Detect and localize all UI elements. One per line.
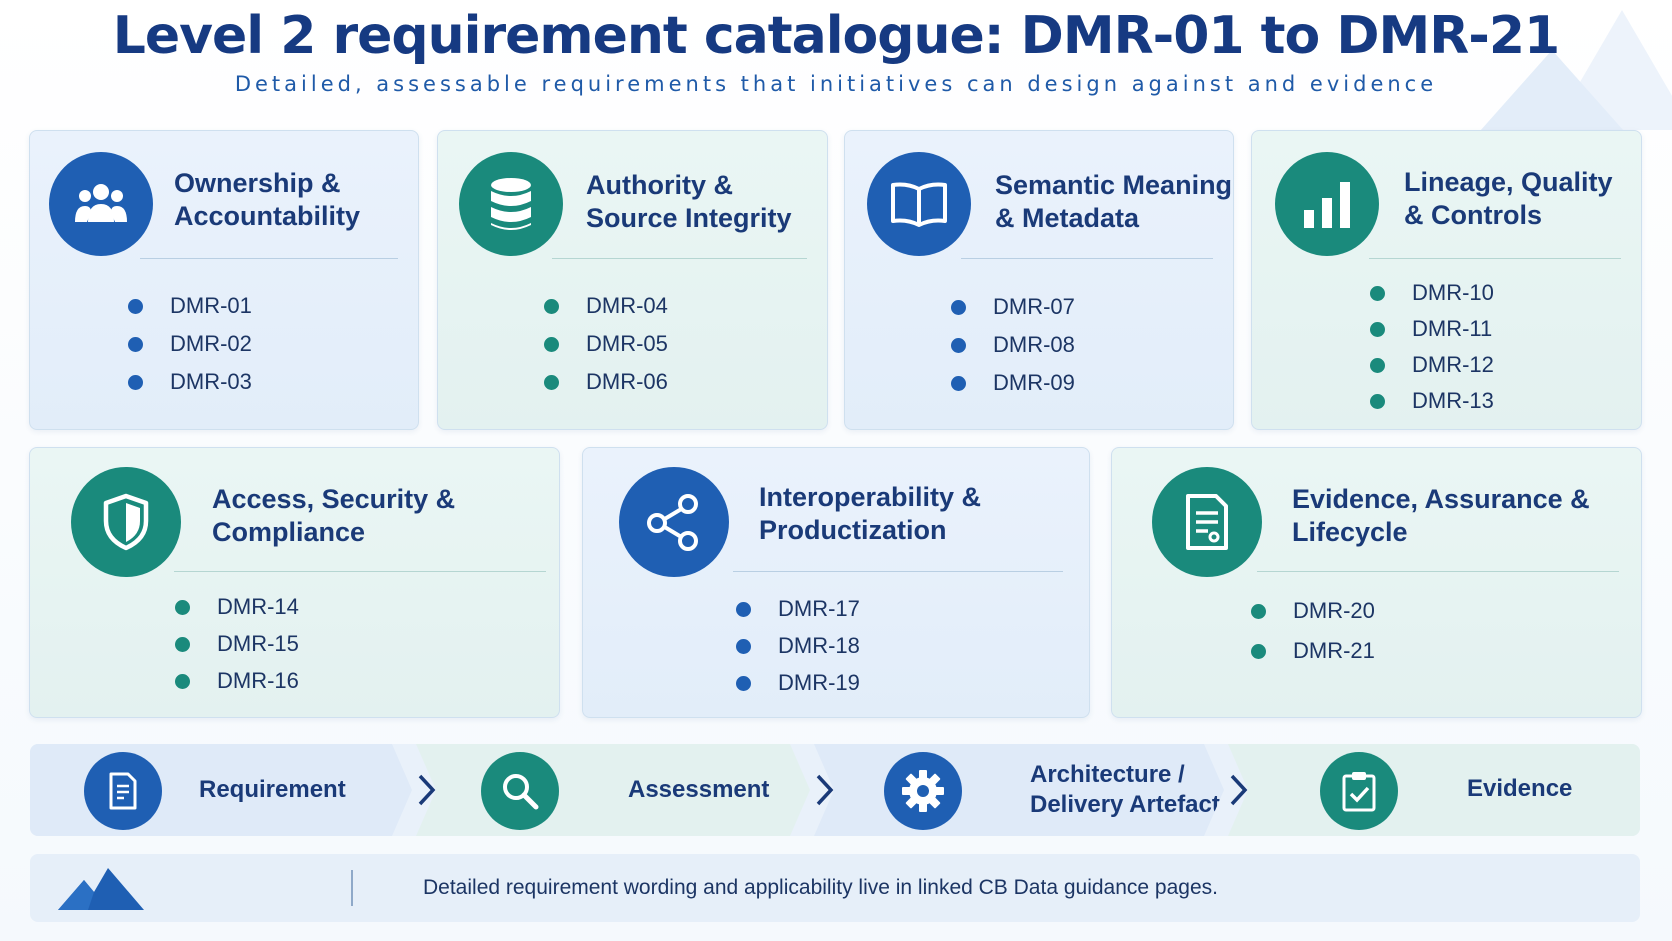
database-icon: [459, 152, 563, 256]
list-item: DMR-19: [734, 664, 860, 701]
flow-step-requirement: Requirement: [30, 744, 412, 836]
list-item: DMR-01: [126, 287, 252, 325]
card-divider: [174, 571, 546, 572]
page-title: Level 2 requirement catalogue: DMR-01 to…: [112, 6, 1561, 66]
flow-step-architecture: Architecture / Delivery Artefact: [814, 744, 1224, 836]
list-item: DMR-14: [173, 588, 299, 625]
list-item: DMR-05: [542, 325, 668, 363]
category-card-access: Access, Security & Compliance DMR-14 DMR-…: [29, 447, 560, 718]
card-divider: [140, 258, 398, 259]
list-item: DMR-21: [1249, 631, 1375, 671]
card-divider: [1257, 571, 1619, 572]
list-item: DMR-06: [542, 363, 668, 401]
book-icon: [867, 152, 971, 256]
flow-step-label: Requirement: [199, 776, 346, 803]
flow-step-label: Assessment: [628, 776, 770, 803]
requirement-list: DMR-20 DMR-21: [1249, 591, 1375, 671]
category-title: Authority & Source Integrity: [586, 170, 792, 233]
list-item: DMR-16: [173, 662, 299, 699]
card-divider: [733, 571, 1063, 572]
category-title: Semantic Meaning & Metadata: [995, 170, 1233, 233]
category-title: Access, Security & Compliance: [212, 484, 456, 547]
category-card-semantic: Semantic Meaning & Metadata DMR-07 DMR-08…: [844, 130, 1234, 430]
list-item: DMR-20: [1249, 591, 1375, 631]
requirement-list: DMR-14 DMR-15 DMR-16: [173, 588, 299, 699]
category-title: Ownership & Accountability: [174, 168, 361, 231]
list-item: DMR-09: [949, 364, 1075, 402]
card-divider: [1369, 258, 1621, 259]
list-item: DMR-15: [173, 625, 299, 662]
shield-icon: [71, 467, 181, 577]
list-item: DMR-17: [734, 590, 860, 627]
list-item: DMR-08: [949, 326, 1075, 364]
requirement-list: DMR-07 DMR-08 DMR-09: [949, 288, 1075, 402]
category-card-evidence: Evidence, Assurance & Lifecycle DMR-20 DM…: [1111, 447, 1642, 718]
flow-step-evidence: Evidence: [1228, 744, 1640, 836]
list-item: DMR-13: [1368, 383, 1494, 419]
card-divider: [552, 258, 807, 259]
footer-note-text: Detailed requirement wording and applica…: [423, 876, 1218, 899]
category-card-authority: Authority & Source Integrity DMR-04 DMR-0…: [437, 130, 828, 430]
list-item: DMR-04: [542, 287, 668, 325]
page-subtitle: Detailed, assessable requirements that i…: [234, 72, 1438, 96]
document-icon: [1152, 467, 1262, 577]
list-item: DMR-18: [734, 627, 860, 664]
list-item: DMR-12: [1368, 347, 1494, 383]
share-icon: [619, 467, 729, 577]
people-icon: [49, 152, 153, 256]
category-card-ownership: Ownership & Accountability DMR-01 DMR-02 …: [29, 130, 419, 430]
requirement-list: DMR-01 DMR-02 DMR-03: [126, 287, 252, 401]
mountain-logo: [58, 868, 144, 910]
gear-icon: [884, 752, 962, 830]
list-item: DMR-03: [126, 363, 252, 401]
document-icon: [84, 752, 162, 830]
bar-chart-icon: [1275, 152, 1379, 256]
list-item: DMR-07: [949, 288, 1075, 326]
flow-step-label: Evidence: [1467, 775, 1573, 802]
list-item: DMR-02: [126, 325, 252, 363]
category-card-lineage: Lineage, Quality & Controls DMR-10 DMR-11…: [1251, 130, 1642, 430]
flow-step-label: Architecture / Delivery Artefact: [1030, 761, 1220, 818]
category-title: Evidence, Assurance & Lifecycle: [1292, 484, 1590, 547]
process-flow: Requirement Assessment Architecture / Del…: [30, 744, 1640, 836]
card-divider: [961, 258, 1213, 259]
category-title: Lineage, Quality & Controls: [1404, 167, 1613, 230]
clipboard-check-icon: [1320, 752, 1398, 830]
search-icon: [481, 752, 559, 830]
list-item: DMR-11: [1368, 311, 1494, 347]
flow-step-assessment: Assessment: [416, 744, 810, 836]
requirement-list: DMR-17 DMR-18 DMR-19: [734, 590, 860, 701]
list-item: DMR-10: [1368, 275, 1494, 311]
footer-note: Detailed requirement wording and applica…: [30, 854, 1640, 922]
footer-divider: [351, 870, 353, 906]
requirement-list: DMR-10 DMR-11 DMR-12 DMR-13: [1368, 275, 1494, 419]
requirement-list: DMR-04 DMR-05 DMR-06: [542, 287, 668, 401]
category-card-interoperability: Interoperability & Productization DMR-17 …: [582, 447, 1090, 718]
category-title: Interoperability & Productization: [759, 482, 982, 545]
